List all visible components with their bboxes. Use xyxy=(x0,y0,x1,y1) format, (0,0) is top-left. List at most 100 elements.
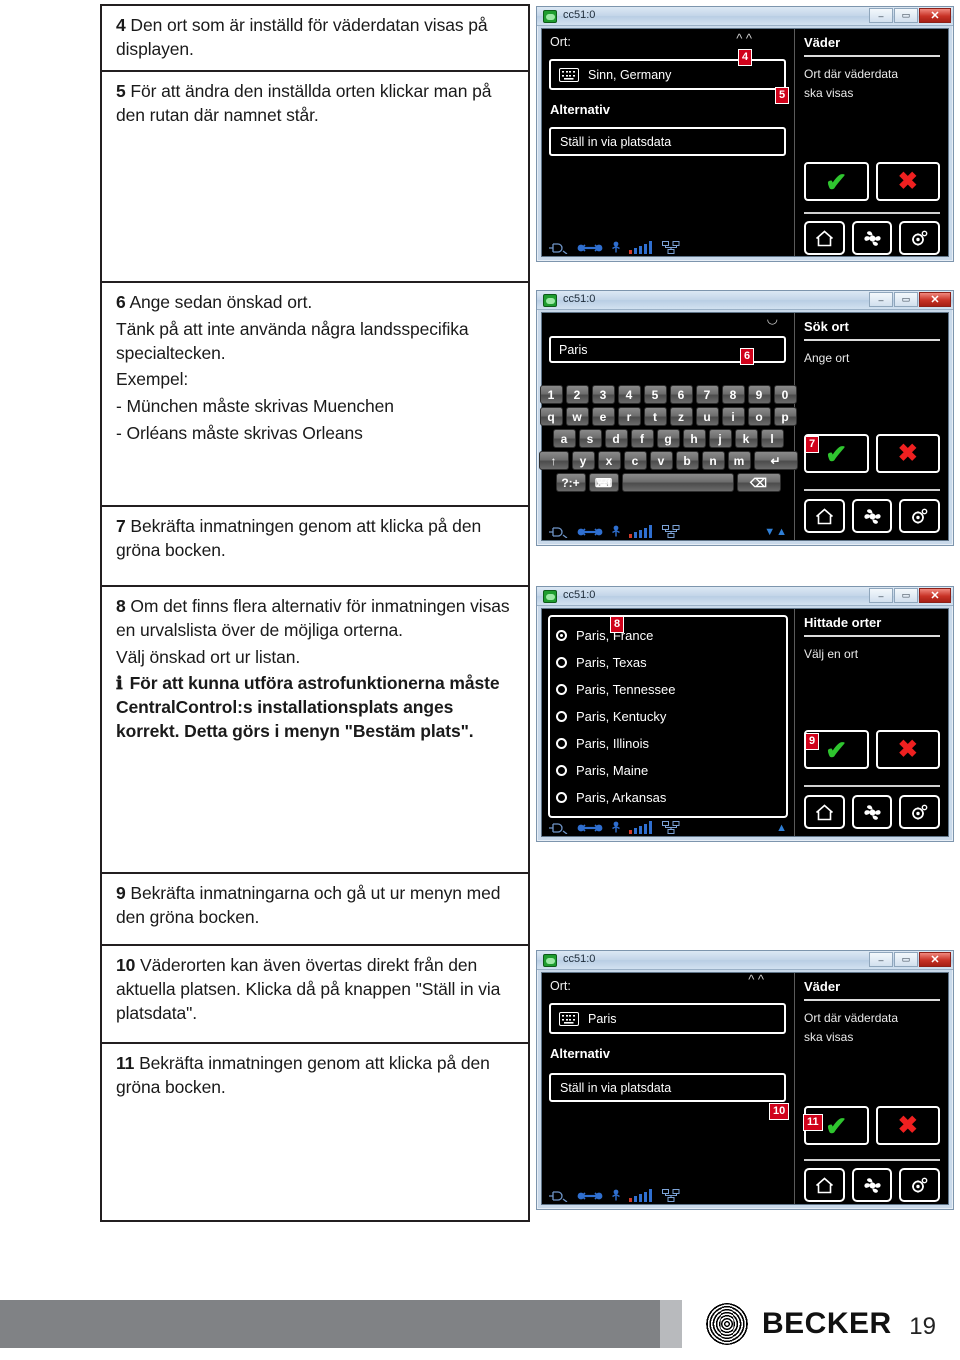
key-m[interactable]: m xyxy=(727,451,751,470)
settings-button[interactable] xyxy=(899,499,941,533)
key-5[interactable]: 5 xyxy=(643,385,667,404)
maximize-button[interactable]: ▭ xyxy=(894,952,918,967)
radio-icon[interactable] xyxy=(556,792,567,803)
symbols-key[interactable]: ?:+ xyxy=(555,473,586,492)
radio-icon[interactable] xyxy=(556,765,567,776)
key-r[interactable]: r xyxy=(617,407,641,426)
list-item[interactable]: Paris, Kentucky xyxy=(556,703,786,730)
list-item[interactable]: Paris, Tennessee xyxy=(556,676,786,703)
key-8[interactable]: 8 xyxy=(721,385,745,404)
key-t[interactable]: t xyxy=(643,407,667,426)
set-via-location-data-button[interactable]: Ställ in via platsdata xyxy=(549,1073,786,1102)
home-icon xyxy=(815,803,833,820)
key-4[interactable]: 4 xyxy=(617,385,641,404)
key-e[interactable]: e xyxy=(591,407,615,426)
radio-icon[interactable] xyxy=(556,657,567,668)
scroll-arrows-icon[interactable]: ▼▲ xyxy=(764,526,788,538)
instruction-select-hint: Välj önskad ort ur listan. xyxy=(116,646,301,667)
list-item[interactable]: Paris, Illinois xyxy=(556,730,786,757)
close-button[interactable]: ✕ xyxy=(919,588,951,603)
home-button[interactable] xyxy=(804,1168,845,1202)
maximize-button[interactable]: ▭ xyxy=(894,292,918,307)
key-a[interactable]: a xyxy=(552,429,576,448)
keyboard-layout-key[interactable]: ⌨ xyxy=(588,473,619,492)
cancel-button[interactable]: ✖ xyxy=(875,434,940,473)
key-0[interactable]: 0 xyxy=(773,385,797,404)
cancel-button[interactable]: ✖ xyxy=(875,1106,940,1145)
key-n[interactable]: n xyxy=(701,451,725,470)
brand-name: BECKER xyxy=(762,1307,892,1340)
minimize-button[interactable]: – xyxy=(869,588,893,603)
scenes-button[interactable] xyxy=(851,795,893,829)
key-s[interactable]: s xyxy=(578,429,602,448)
city-result-list[interactable]: Paris, France Paris, Texas Paris, Tennes… xyxy=(548,615,788,818)
minimize-button[interactable]: – xyxy=(869,8,893,23)
backspace-key[interactable]: ⌫ xyxy=(736,473,781,492)
settings-button[interactable] xyxy=(899,1168,941,1202)
key-6[interactable]: 6 xyxy=(669,385,693,404)
scroll-up-arrow-icon[interactable]: ▲ xyxy=(776,822,788,834)
scenes-button[interactable] xyxy=(851,499,893,533)
key-2[interactable]: 2 xyxy=(565,385,589,404)
maximize-button[interactable]: ▭ xyxy=(894,588,918,603)
key-v[interactable]: v xyxy=(649,451,673,470)
window-titlebar: cc51:0 – ▭ ✕ xyxy=(537,951,953,970)
key-x[interactable]: x xyxy=(597,451,621,470)
key-b[interactable]: b xyxy=(675,451,699,470)
radio-icon[interactable] xyxy=(556,738,567,749)
radio-icon[interactable] xyxy=(556,711,567,722)
key-3[interactable]: 3 xyxy=(591,385,615,404)
cancel-button[interactable]: ✖ xyxy=(875,730,940,769)
enter-key[interactable]: ↵ xyxy=(753,451,798,470)
key-q[interactable]: q xyxy=(539,407,563,426)
shift-key[interactable]: ↑ xyxy=(538,451,569,470)
key-7[interactable]: 7 xyxy=(695,385,719,404)
key-k[interactable]: k xyxy=(734,429,758,448)
key-1[interactable]: 1 xyxy=(539,385,563,404)
scenes-button[interactable] xyxy=(851,1168,893,1202)
space-key[interactable] xyxy=(621,473,734,492)
minimize-button[interactable]: – xyxy=(869,292,893,307)
key-f[interactable]: f xyxy=(630,429,654,448)
list-item[interactable]: Paris, Maine xyxy=(556,757,786,784)
key-g[interactable]: g xyxy=(656,429,680,448)
home-button[interactable] xyxy=(804,499,845,533)
location-field[interactable]: Paris xyxy=(549,1003,786,1034)
minimize-button[interactable]: – xyxy=(869,952,893,967)
close-button[interactable]: ✕ xyxy=(919,952,951,967)
key-z[interactable]: z xyxy=(669,407,693,426)
confirm-button[interactable]: ✔ xyxy=(804,162,869,201)
scenes-button[interactable] xyxy=(851,221,893,255)
cancel-button[interactable]: ✖ xyxy=(875,162,940,201)
settings-button[interactable] xyxy=(899,221,941,255)
key-9[interactable]: 9 xyxy=(747,385,771,404)
home-button[interactable] xyxy=(804,221,845,255)
gear-icon xyxy=(912,230,928,246)
set-via-location-data-button[interactable]: Ställ in via platsdata xyxy=(549,127,786,156)
radio-icon[interactable] xyxy=(556,630,567,641)
keyboard-row-bottom: ↑ y x c v b n m ↵ xyxy=(538,451,798,470)
close-button[interactable]: ✕ xyxy=(919,292,951,307)
key-d[interactable]: d xyxy=(604,429,628,448)
radio-icon[interactable] xyxy=(556,684,567,695)
key-i[interactable]: i xyxy=(721,407,745,426)
list-item[interactable]: Paris, Arkansas xyxy=(556,784,786,811)
screen-right-pane: Väder Ort där väderdata ska visas ✔ ✖ xyxy=(795,29,948,256)
antenna-icon xyxy=(612,821,620,833)
key-l[interactable]: l xyxy=(760,429,784,448)
key-o[interactable]: o xyxy=(747,407,771,426)
list-item[interactable]: Paris, France xyxy=(556,622,786,649)
list-item[interactable]: Paris, Texas xyxy=(556,649,786,676)
close-button[interactable]: ✕ xyxy=(919,8,951,23)
home-button[interactable] xyxy=(804,795,845,829)
key-c[interactable]: c xyxy=(623,451,647,470)
key-j[interactable]: j xyxy=(708,429,732,448)
key-w[interactable]: w xyxy=(565,407,589,426)
key-y[interactable]: y xyxy=(571,451,595,470)
maximize-button[interactable]: ▭ xyxy=(894,8,918,23)
settings-button[interactable] xyxy=(899,795,941,829)
key-p[interactable]: p xyxy=(773,407,797,426)
key-h[interactable]: h xyxy=(682,429,706,448)
key-u[interactable]: u xyxy=(695,407,719,426)
page-root: 4 Den ort som är inställd för väderdatan… xyxy=(0,0,960,1360)
